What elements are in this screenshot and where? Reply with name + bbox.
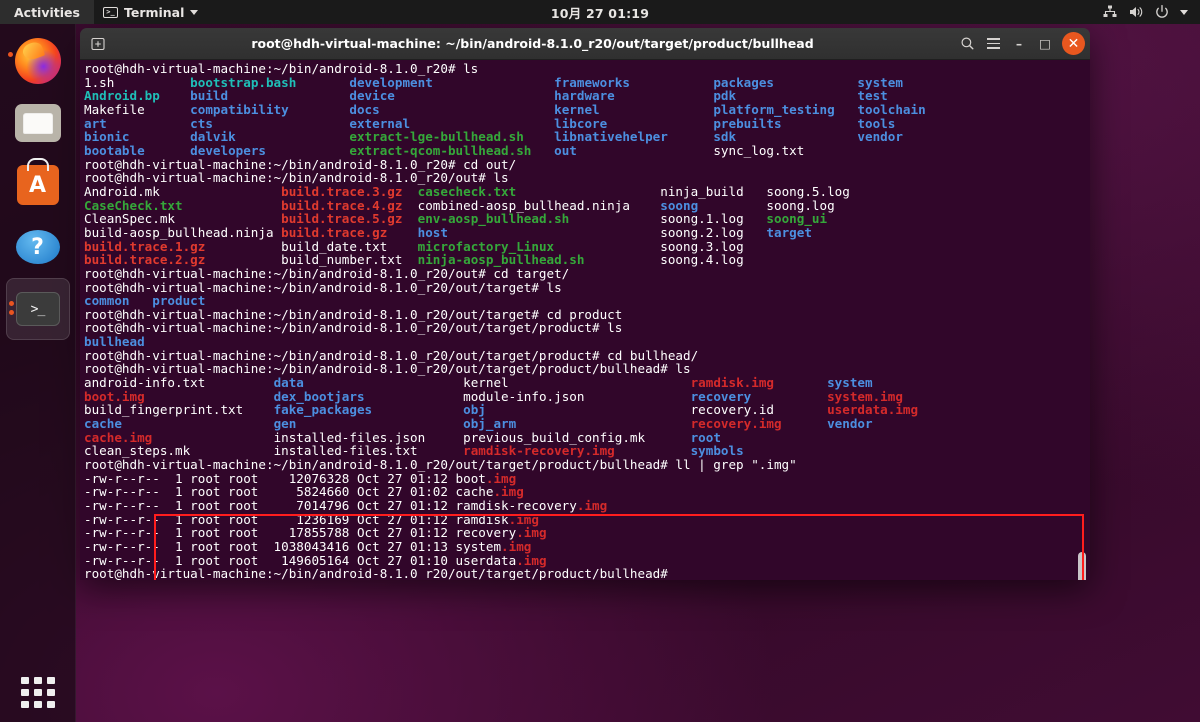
grid-dot <box>20 689 29 696</box>
activities-label: Activities <box>14 4 80 20</box>
ubuntu-software-icon: A <box>16 165 59 205</box>
terminal-icon: >_ <box>15 292 60 326</box>
dock-item-firefox[interactable] <box>6 30 70 92</box>
terminal-body[interactable]: root@hdh-virtual-machine:~/bin/android-8… <box>80 60 1090 580</box>
terminal-scrollbar[interactable] <box>1076 60 1088 580</box>
minimize-button[interactable]: – <box>1006 32 1032 56</box>
app-menu-terminal[interactable]: >_ Terminal <box>94 0 207 24</box>
grid-dot <box>33 689 42 696</box>
power-icon[interactable] <box>1154 4 1170 20</box>
terminal-icon: >_ <box>102 6 118 18</box>
dock-item-terminal[interactable]: >_ <box>5 278 70 340</box>
dock-item-software[interactable]: A <box>6 154 70 216</box>
grid-dot <box>33 677 42 684</box>
show-applications-button[interactable] <box>20 677 55 708</box>
grid-dot <box>46 689 55 696</box>
terminal-window: root@hdh-virtual-machine: ~/bin/android-… <box>80 28 1090 580</box>
app-menu-label: Terminal <box>123 4 185 20</box>
search-icon[interactable] <box>954 32 980 56</box>
window-titlebar: root@hdh-virtual-machine: ~/bin/android-… <box>80 28 1090 60</box>
gnome-top-bar: Activities >_ Terminal 10月 27 01:19 <box>0 0 1200 24</box>
running-indicator-dot-secondary <box>8 310 14 315</box>
grid-dot <box>46 677 55 684</box>
network-icon[interactable] <box>1102 4 1118 20</box>
grid-dot <box>33 701 42 708</box>
window-title: root@hdh-virtual-machine: ~/bin/android-… <box>251 36 814 51</box>
dock-item-help[interactable]: ? <box>6 216 70 278</box>
maximize-button[interactable]: □ <box>1032 32 1058 56</box>
system-menu-chevron-down-icon[interactable] <box>1180 9 1188 15</box>
terminal-output: root@hdh-virtual-machine:~/bin/android-8… <box>84 61 926 580</box>
terminal-scrollbar-thumb[interactable] <box>1078 552 1086 580</box>
close-button[interactable]: ✕ <box>1062 32 1085 55</box>
volume-icon[interactable] <box>1128 4 1144 20</box>
hamburger-menu-icon[interactable] <box>980 32 1006 56</box>
ubuntu-dock: A ? >_ <box>0 24 76 722</box>
grid-dot <box>20 677 29 684</box>
activities-button[interactable]: Activities <box>0 0 94 24</box>
new-tab-icon[interactable] <box>85 32 111 56</box>
help-icon: ? <box>15 230 60 264</box>
firefox-icon <box>14 38 61 84</box>
running-indicator-dot <box>8 301 14 306</box>
files-icon <box>14 104 61 142</box>
running-indicator-dot <box>7 52 13 57</box>
dock-item-files[interactable] <box>6 92 70 154</box>
grid-dot <box>20 701 29 708</box>
chevron-down-icon <box>190 9 199 15</box>
grid-dot <box>46 701 55 708</box>
